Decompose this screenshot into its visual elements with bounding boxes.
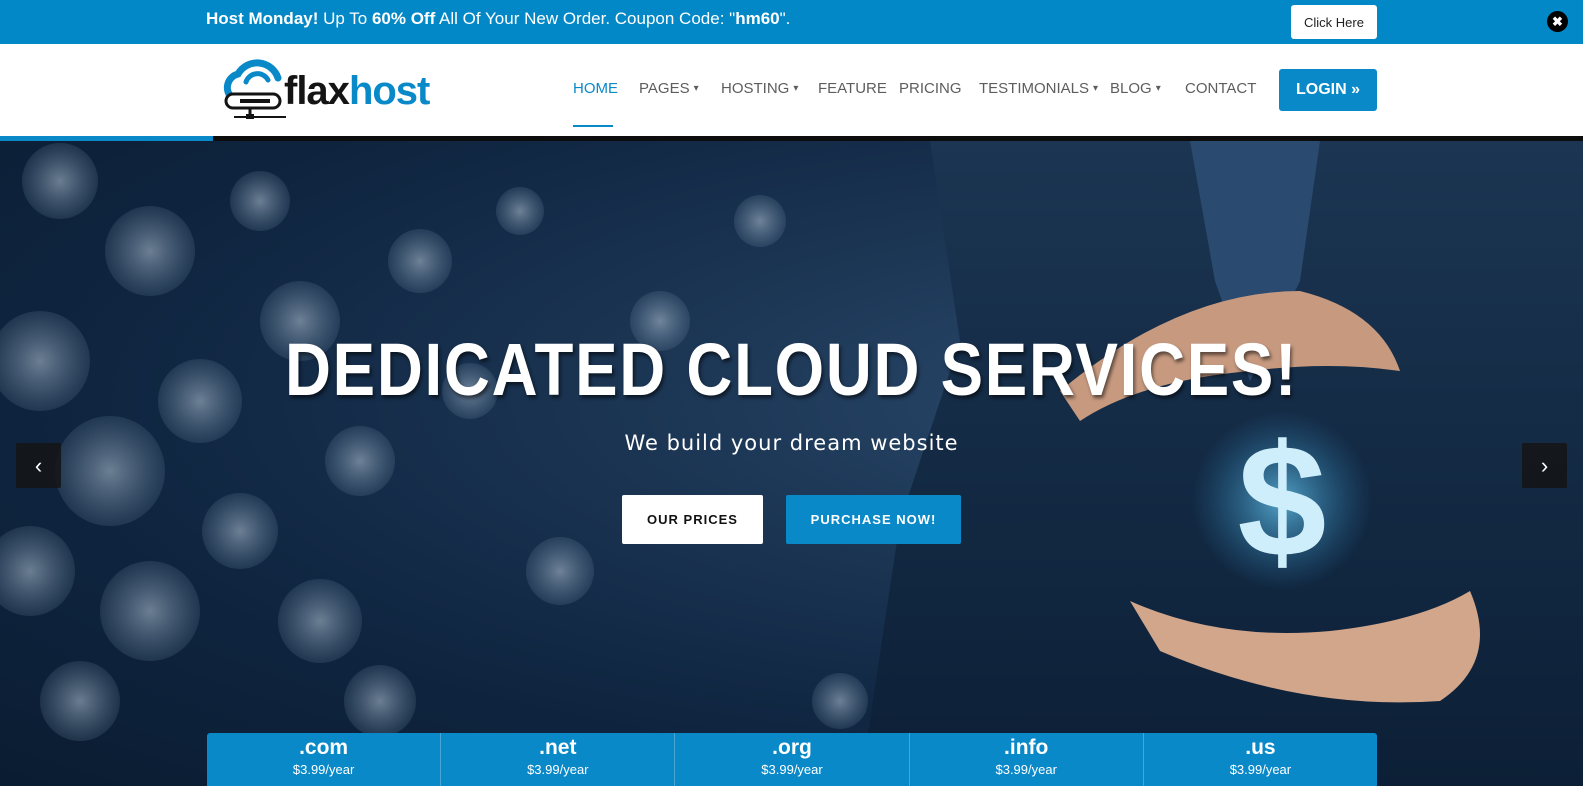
nav-item-label: HOSTING bbox=[721, 80, 790, 97]
promo-text-3: ". bbox=[779, 9, 791, 28]
chevron-right-icon[interactable]: › bbox=[1522, 443, 1567, 488]
logo-wordmark: flaxhost bbox=[284, 69, 430, 113]
cloud-server-logo-icon bbox=[223, 59, 286, 119]
domain-price: $3.99/year bbox=[761, 762, 823, 777]
promo-lead: Host Monday! bbox=[206, 9, 319, 28]
domain-extension: .info bbox=[1004, 736, 1049, 759]
nav-item-hosting[interactable]: HOSTING ▾ bbox=[721, 80, 798, 97]
hero-slider: $ DEDICATED CLOUD SERVICES! We build you… bbox=[0, 141, 1583, 786]
promo-code: hm60 bbox=[735, 9, 780, 28]
domain-item-com[interactable]: .com $3.99/year bbox=[207, 733, 440, 786]
nav-item-pricing[interactable]: PRICING bbox=[899, 80, 962, 97]
login-button[interactable]: LOGIN » bbox=[1279, 69, 1377, 111]
nav-item-label: FEATURE bbox=[818, 80, 887, 97]
promo-discount: 60% Off bbox=[371, 9, 436, 28]
nav-item-feature[interactable]: FEATURE bbox=[818, 80, 887, 97]
promo-text: Host Monday! Up To 60% Off All Of Your N… bbox=[206, 9, 790, 29]
nav-item-pages[interactable]: PAGES ▾ bbox=[639, 80, 699, 97]
domain-item-org[interactable]: .org $3.99/year bbox=[674, 733, 908, 786]
domain-item-net[interactable]: .net $3.99/year bbox=[440, 733, 674, 786]
nav-item-label: CONTACT bbox=[1185, 80, 1257, 97]
hero-subtitle: We build your dream website bbox=[624, 431, 959, 455]
site-logo[interactable]: flaxhost bbox=[220, 58, 460, 124]
domain-item-us[interactable]: .us $3.99/year bbox=[1142, 733, 1377, 786]
domain-price: $3.99/year bbox=[995, 762, 1057, 777]
nav-item-label: PAGES bbox=[639, 80, 690, 97]
promo-bar: Host Monday! Up To 60% Off All Of Your N… bbox=[0, 0, 1583, 44]
promo-text-1: Up To bbox=[318, 9, 372, 28]
nav-active-indicator bbox=[573, 125, 613, 127]
nav-item-contact[interactable]: CONTACT bbox=[1185, 80, 1256, 97]
hero-background-image: $ bbox=[0, 141, 1583, 786]
login-label: LOGIN bbox=[1295, 81, 1347, 98]
promo-text-2: All Of Your New Order. Coupon Code: " bbox=[435, 9, 736, 28]
domain-pricing-strip: .com $3.99/year .net $3.99/year .org $3.… bbox=[207, 733, 1377, 786]
domain-extension: .net bbox=[539, 736, 577, 759]
nav-item-testimonials[interactable]: TESTIMONIALS ▾ bbox=[979, 80, 1098, 97]
chevron-down-icon: ▾ bbox=[693, 83, 699, 94]
domain-price: $3.99/year bbox=[292, 762, 355, 777]
nav-item-label: PRICING bbox=[899, 80, 962, 97]
nav-item-label: BLOG bbox=[1110, 80, 1152, 97]
chevron-down-icon: ▾ bbox=[1093, 83, 1099, 94]
logo-wordmark-host: host bbox=[348, 69, 430, 113]
domain-item-info[interactable]: .info $3.99/year bbox=[908, 733, 1143, 786]
logo-wordmark-flax: flax bbox=[284, 69, 350, 113]
nav-item-home[interactable]: HOME bbox=[573, 80, 618, 97]
nav-item-label: TESTIMONIALS bbox=[979, 80, 1090, 97]
promo-click-here-button[interactable]: Click Here bbox=[1291, 5, 1377, 39]
domain-extension: .org bbox=[772, 736, 812, 759]
our-prices-button[interactable]: OUR PRICES bbox=[622, 495, 763, 544]
nav-item-blog[interactable]: BLOG ▾ bbox=[1110, 80, 1161, 97]
hero-title: DEDICATED CLOUD SERVICES! bbox=[284, 328, 1298, 411]
domain-extension: .com bbox=[299, 736, 349, 759]
chevron-down-icon: ▾ bbox=[793, 83, 799, 94]
chevron-left-icon[interactable]: ‹ bbox=[16, 443, 61, 488]
chevron-down-icon: ▾ bbox=[1155, 83, 1161, 94]
purchase-now-button[interactable]: PURCHASE NOW! bbox=[786, 495, 961, 544]
domain-price: $3.99/year bbox=[527, 762, 589, 777]
double-chevron-right-icon: » bbox=[1351, 81, 1361, 98]
nav-item-label: HOME bbox=[573, 80, 618, 97]
domain-price: $3.99/year bbox=[1229, 762, 1292, 777]
domain-extension: .us bbox=[1245, 736, 1276, 759]
close-icon[interactable]: ✖ bbox=[1547, 11, 1568, 32]
